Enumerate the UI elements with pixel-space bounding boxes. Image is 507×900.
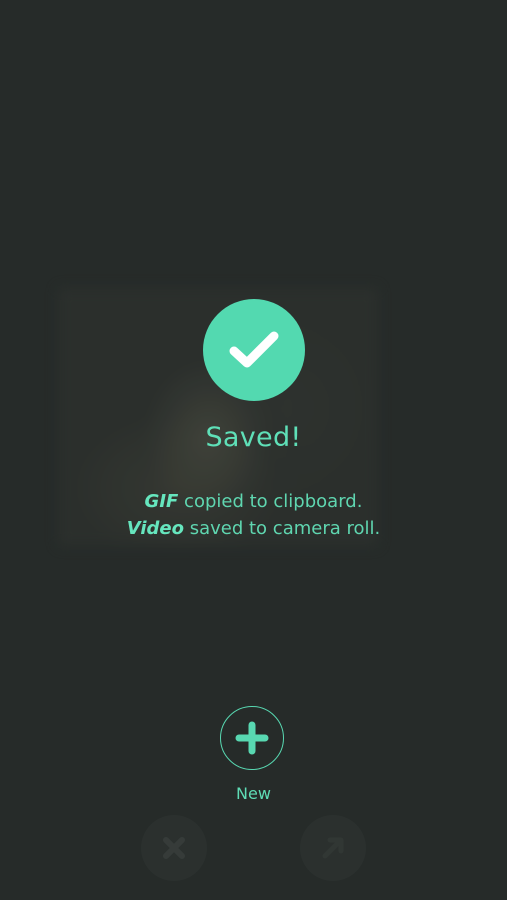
video-label: Video — [126, 518, 184, 539]
gif-copied-message: GIF copied to clipboard. — [0, 491, 507, 512]
close-button[interactable] — [141, 815, 207, 881]
new-label: New — [236, 784, 271, 803]
plus-icon — [235, 721, 269, 755]
checkmark-icon — [229, 331, 279, 368]
video-message-text: saved to camera roll. — [184, 518, 381, 539]
close-icon — [163, 837, 185, 859]
share-icon — [322, 837, 344, 859]
new-button[interactable] — [220, 706, 284, 770]
video-saved-message: Video saved to camera roll. — [0, 518, 507, 539]
gif-message-text: copied to clipboard. — [178, 491, 363, 512]
gif-label: GIF — [144, 491, 179, 512]
success-badge — [203, 299, 305, 401]
share-button[interactable] — [300, 815, 366, 881]
saved-title: Saved! — [205, 422, 302, 453]
